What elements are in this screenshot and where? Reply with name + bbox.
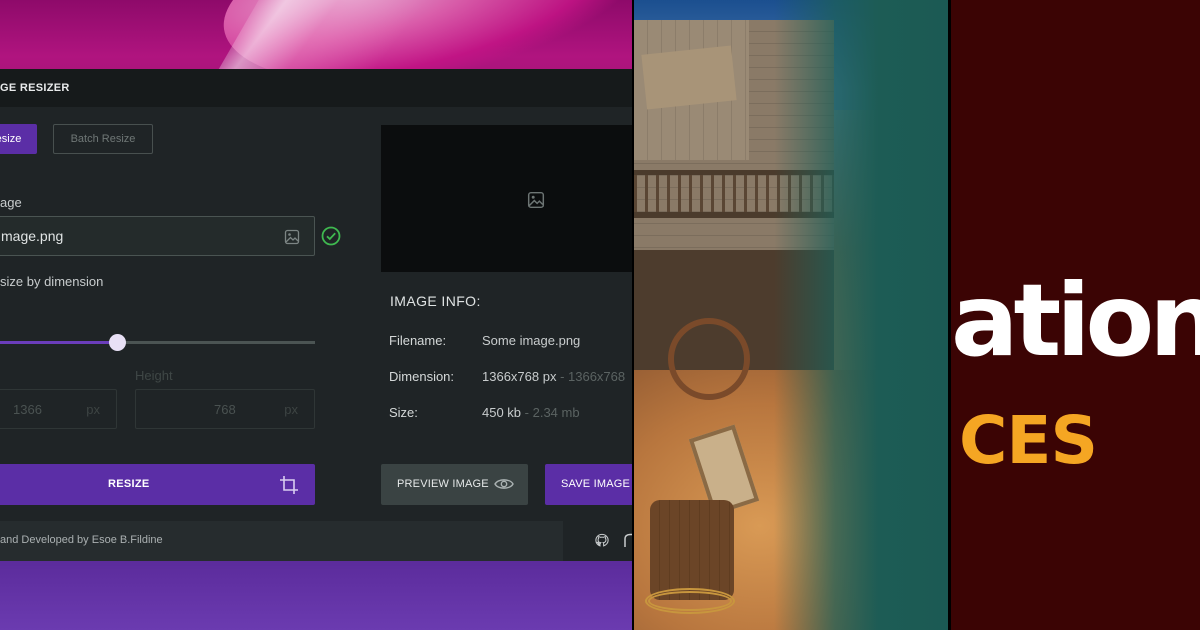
wagon-wheel [668,318,750,400]
barrel [650,500,734,600]
headline-word: ation [951,262,1200,379]
size-original: - 2.34 mb [521,405,580,420]
resize-button[interactable]: RESIZE [0,464,315,505]
preview-button-label: PREVIEW IMAGE [397,478,489,490]
footer-credit: and Developed by Esoe B.Fildine [0,534,163,546]
resize-slider-track[interactable] [0,341,315,344]
width-value: 1366 [13,402,42,417]
dimension-value: 1366x768 px [482,369,557,384]
image-field-label: age [0,195,22,210]
tab-batch-resize[interactable]: Batch Resize [53,124,153,154]
tab-resize[interactable]: esize [0,124,37,154]
image-info-title: IMAGE INFO: [390,293,481,309]
image-file-value: mage.png [1,228,64,244]
footer-icon-group [563,521,632,561]
building-facade [634,20,749,160]
background-decoration [218,0,632,70]
image-icon[interactable] [284,229,300,250]
slider-thumb[interactable] [108,334,126,351]
size-value: 450 kb [482,405,522,420]
size-key: Size: [389,405,418,420]
image-placeholder-icon [527,191,545,214]
preview-image-button[interactable]: PREVIEW IMAGE [381,464,528,505]
resize-mode-label: size by dimension [0,274,104,289]
filename-key: Filename: [389,333,447,348]
save-button-label: SAVE IMAGE [561,478,631,490]
image-preview-area [381,125,632,272]
maroon-text-panel: ation CES [951,0,1200,630]
app-window: GE RESIZER esize Batch Resize age mage.p… [0,69,632,561]
width-unit: px [86,402,100,417]
teal-gradient-overlay [774,0,948,630]
subheadline-word: CES [959,402,1098,479]
crop-icon [279,475,299,500]
eye-icon [494,476,514,497]
height-input[interactable]: 768 px [135,389,315,429]
saloon-sign [641,45,737,110]
height-label: Height [135,368,173,383]
app-footer: and Developed by Esoe B.Fildine [0,521,632,561]
secondary-icon[interactable] [623,533,632,553]
image-resizer-panel: GE RESIZER esize Batch Resize age mage.p… [0,0,632,630]
app-title: GE RESIZER [0,82,70,94]
size-value-group: 450 kb - 2.34 mb [482,405,580,420]
height-unit: px [284,402,298,417]
save-image-button[interactable]: SAVE IMAGE [545,464,632,505]
height-value: 768 [214,402,236,417]
slider-fill [0,341,117,344]
dimension-value-group: 1366x768 px - 1366x768 [482,369,625,384]
github-icon[interactable] [595,533,609,553]
coiled-rope [645,588,735,614]
filename-value: Some image.png [482,333,581,348]
resize-button-label: RESIZE [108,478,150,490]
dimension-key: Dimension: [389,369,455,384]
check-circle-icon [321,226,341,251]
dimension-original: - 1366x768 [556,369,626,384]
width-input[interactable]: 1366 px [0,389,117,429]
app-header: GE RESIZER [0,69,632,107]
image-file-input[interactable]: mage.png [0,216,315,256]
